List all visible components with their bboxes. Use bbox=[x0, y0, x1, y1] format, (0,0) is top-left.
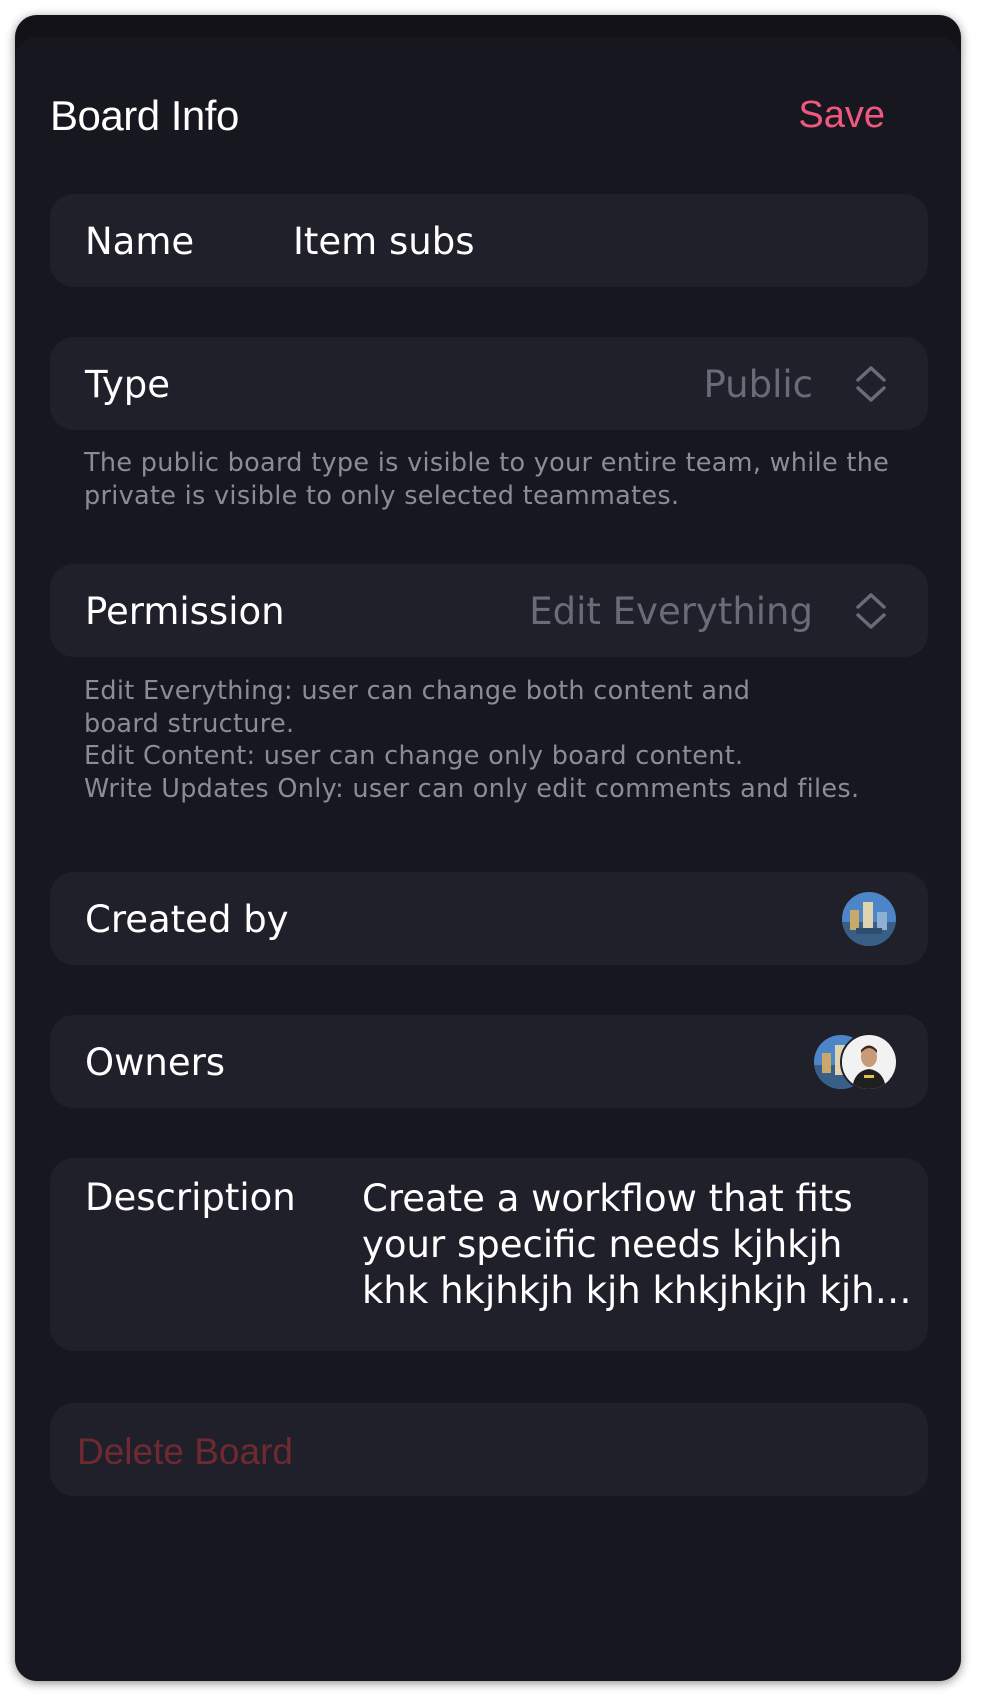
description-label: Description bbox=[85, 1176, 296, 1219]
delete-board-label: Delete Board bbox=[77, 1431, 293, 1472]
permission-hint-line: Edit Everything: user can change both co… bbox=[84, 676, 751, 706]
type-hint-line: The public board type is visible to your… bbox=[84, 448, 890, 478]
description-row[interactable]: Description Create a workflow that fits … bbox=[50, 1158, 928, 1351]
type-label: Type bbox=[85, 363, 170, 406]
user-avatar-icon bbox=[842, 892, 896, 946]
user-avatar-icon bbox=[842, 1035, 896, 1089]
permission-label: Permission bbox=[85, 590, 285, 633]
permission-select-row[interactable]: Permission Edit Everything bbox=[50, 564, 928, 657]
owners-row[interactable]: Owners bbox=[50, 1015, 928, 1108]
created-by-row[interactable]: Created by bbox=[50, 872, 928, 965]
type-select-row[interactable]: Type Public bbox=[50, 337, 928, 430]
app-window: Board Info Save Name Item subs Type Publ… bbox=[15, 15, 961, 1681]
created-by-label: Created by bbox=[85, 898, 289, 941]
description-line: your specific needs kjhkjh bbox=[362, 1223, 843, 1266]
owner-avatar[interactable] bbox=[840, 1033, 898, 1091]
type-value: Public bbox=[703, 363, 813, 406]
chevron-up-down-icon bbox=[856, 366, 886, 402]
name-field-row[interactable]: Name Item subs bbox=[50, 194, 928, 287]
permission-hint-line: Edit Content: user can change only board… bbox=[84, 741, 744, 771]
name-input[interactable]: Item subs bbox=[293, 220, 474, 263]
description-line: khk hkjhkjh kjh khkjhkjh kjh… bbox=[362, 1269, 912, 1312]
description-text[interactable]: Create a workflow that fits your specifi… bbox=[362, 1176, 912, 1314]
board-info-sheet: Board Info Save Name Item subs Type Publ… bbox=[15, 37, 961, 1681]
name-label: Name bbox=[85, 220, 195, 263]
page-title: Board Info bbox=[50, 92, 239, 139]
description-line: Create a workflow that fits bbox=[362, 1177, 853, 1220]
save-button[interactable]: Save bbox=[798, 94, 885, 137]
chevron-up-down-icon bbox=[856, 593, 886, 629]
permission-value: Edit Everything bbox=[529, 590, 813, 633]
type-hint: The public board type is visible to your… bbox=[84, 447, 914, 512]
permission-hint: Edit Everything: user can change both co… bbox=[84, 675, 914, 805]
creator-avatar[interactable] bbox=[840, 890, 898, 948]
type-hint-line: private is visible to only selected team… bbox=[84, 480, 680, 511]
permission-hint-line: board structure. bbox=[84, 708, 295, 739]
delete-board-button[interactable]: Delete Board bbox=[50, 1403, 928, 1496]
owners-label: Owners bbox=[85, 1041, 226, 1084]
permission-hint-line: Write Updates Only: user can only edit c… bbox=[84, 773, 860, 804]
